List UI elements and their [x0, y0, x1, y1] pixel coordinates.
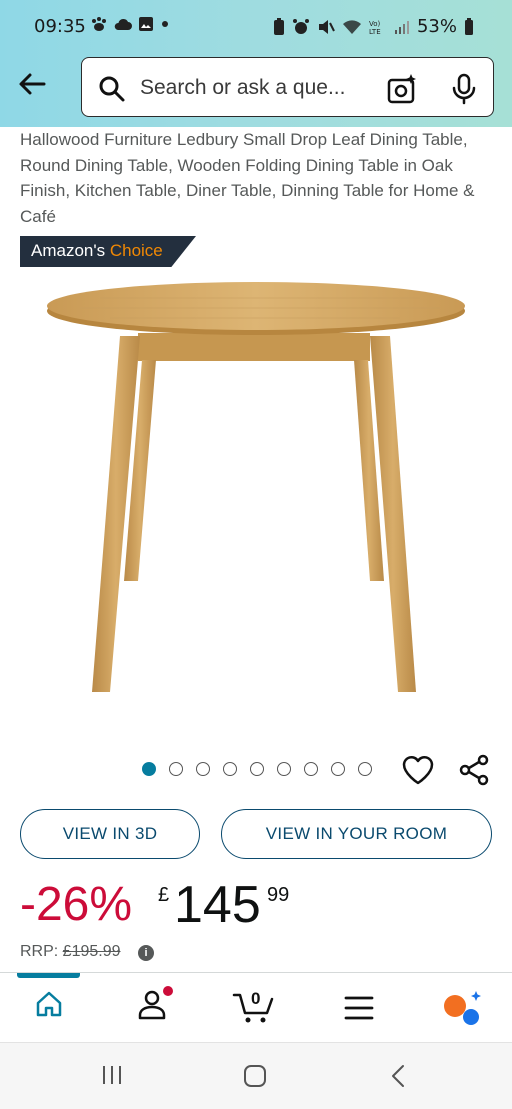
signal-icon — [394, 20, 409, 34]
badge-prefix: Amazon's — [31, 241, 110, 260]
mute-icon — [318, 19, 335, 34]
view-in-3d-button[interactable]: VIEW IN 3D — [20, 809, 200, 859]
battery-percent: 53% — [416, 16, 457, 37]
carousel-dot[interactable] — [142, 762, 156, 776]
rrp-value: £195.99 — [62, 943, 121, 960]
carousel-dot[interactable] — [358, 762, 372, 776]
active-tab-indicator — [17, 973, 80, 978]
home-icon[interactable] — [34, 989, 64, 1019]
recents-icon[interactable] — [100, 1063, 124, 1087]
search-bar[interactable]: Search or ask a que... — [81, 57, 494, 117]
rufus-ai-icon[interactable] — [440, 989, 484, 1029]
product-title[interactable]: Hallowood Furniture Ledbury Small Drop L… — [20, 127, 498, 229]
back-icon[interactable] — [388, 1063, 410, 1089]
wifi-icon — [342, 19, 361, 34]
discount-percent: -26% — [20, 878, 133, 931]
alarm-icon — [292, 18, 309, 34]
battery-icon — [465, 17, 473, 35]
svg-text:Vo): Vo) — [369, 20, 381, 28]
rrp-label: RRP: — [20, 943, 63, 960]
image-icon — [139, 17, 153, 31]
carousel-dot[interactable] — [277, 762, 291, 776]
carousel-dot[interactable] — [250, 762, 264, 776]
carousel-dot[interactable] — [223, 762, 237, 776]
info-icon[interactable]: i — [138, 945, 154, 961]
rrp-price: RRP: £195.99 — [20, 943, 121, 961]
heart-icon[interactable] — [401, 754, 435, 786]
search-icon — [99, 76, 125, 102]
svg-text:LTE: LTE — [369, 28, 381, 35]
dot-icon — [162, 21, 168, 27]
product-image[interactable] — [40, 278, 472, 698]
back-arrow-icon[interactable] — [14, 66, 50, 102]
account-icon[interactable] — [136, 983, 176, 1023]
volte-icon: Vo)LTE — [369, 20, 381, 35]
carousel-dot[interactable] — [169, 762, 183, 776]
image-carousel-dots — [142, 762, 372, 776]
cart-count: 0 — [251, 989, 261, 1008]
system-navigation-bar — [0, 1042, 512, 1109]
status-bar: 09:35 Vo) LTE 53% — [0, 0, 512, 54]
carousel-dot[interactable] — [304, 762, 318, 776]
amazons-choice-badge: Amazon's Choice — [20, 236, 196, 267]
status-time: 09:35 — [34, 16, 86, 37]
cloud-icon — [114, 18, 132, 30]
share-icon[interactable] — [458, 753, 492, 787]
price-currency: £ — [158, 884, 170, 906]
view-in-your-room-button[interactable]: VIEW IN YOUR ROOM — [221, 809, 492, 859]
carousel-dot[interactable] — [331, 762, 345, 776]
bottom-navigation: 0 — [0, 972, 512, 1042]
carousel-dot[interactable] — [196, 762, 210, 776]
camera-search-icon[interactable] — [385, 72, 419, 106]
home-button-icon[interactable] — [242, 1063, 268, 1089]
cart-button[interactable]: 0 — [232, 985, 276, 1025]
price-fraction: 99 — [267, 884, 290, 906]
app-header: 09:35 Vo) LTE 53% Search or ask a que... — [0, 0, 512, 127]
search-input[interactable]: Search or ask a que... — [140, 76, 368, 100]
battery-saver-icon — [273, 17, 284, 35]
price-whole: 145 — [174, 876, 261, 934]
mic-icon[interactable] — [449, 72, 479, 106]
menu-icon[interactable] — [344, 995, 374, 1021]
badge-text: Amazon's Choice — [31, 241, 163, 261]
badge-highlight: Choice — [109, 241, 163, 260]
paw-icon — [92, 17, 106, 31]
